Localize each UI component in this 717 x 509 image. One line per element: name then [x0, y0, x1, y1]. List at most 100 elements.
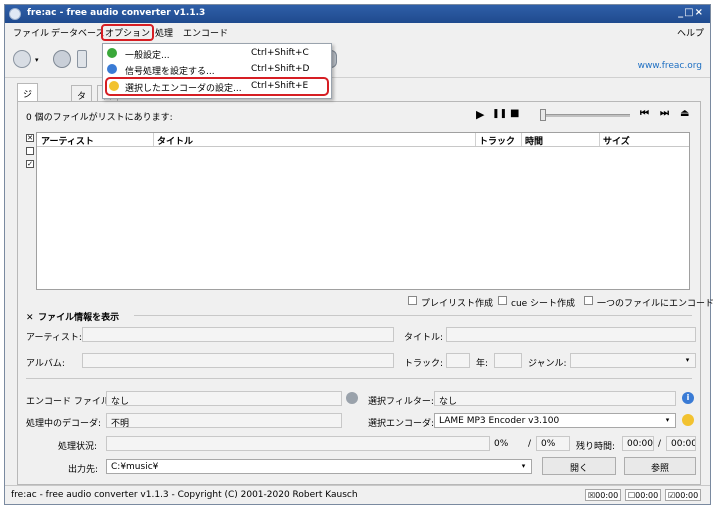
title-field[interactable] [446, 327, 696, 342]
section-divider [134, 315, 692, 316]
menu-item-dsp-settings[interactable]: 信号処理を設定する... Ctrl+Shift+D [103, 62, 331, 77]
play-icon[interactable]: ▶ [476, 108, 484, 121]
output-path-select[interactable]: C:¥music¥ ▾ [106, 459, 532, 474]
select-all-checkbox[interactable]: ✕ [26, 134, 34, 142]
joblist-table[interactable]: アーティスト タイトル トラック 時間 サイズ [36, 132, 690, 290]
options-dropdown-menu: 一般設定... Ctrl+Shift+C 信号処理を設定する... Ctrl+S… [102, 43, 332, 99]
column-separator [475, 133, 476, 146]
progress-percent: 0% [494, 439, 509, 449]
info-icon[interactable]: i [682, 392, 694, 404]
toggle-selection-checkbox[interactable]: ✓ [26, 160, 34, 168]
encode-file-label: エンコード ファイル: [26, 397, 113, 407]
menu-bar: ファイル データベース オプション 処理 エンコード ヘルプ [5, 24, 710, 41]
output-label: 出力先: [68, 465, 99, 475]
year-field[interactable] [494, 353, 522, 368]
menu-item-label: 信号処理を設定する... [125, 67, 215, 77]
progress-label: 処理状況: [58, 442, 98, 452]
menu-help[interactable]: ヘルプ [675, 26, 706, 39]
menu-encode[interactable]: エンコード [181, 26, 230, 39]
status-counter-3: ☑00:00 [665, 489, 702, 501]
next-track-icon[interactable]: ⏭ [660, 108, 669, 119]
single-file-checkbox[interactable] [584, 296, 593, 305]
total-time-field: 00:00 [666, 436, 696, 451]
cd-drive-icon [346, 392, 358, 404]
window-title: fre:ac - free audio converter v1.1.3 [27, 8, 206, 18]
eject-icon[interactable]: ⏏ [680, 108, 689, 119]
column-title[interactable]: タイトル [157, 134, 193, 147]
menu-item-label: 選択したエンコーダの設定... [125, 84, 242, 94]
website-link[interactable]: www.freac.org [638, 61, 702, 71]
track-label: トラック: [404, 359, 444, 369]
browse-button[interactable]: 参照 [624, 457, 696, 475]
dropdown-arrow-icon[interactable]: ▾ [35, 56, 41, 64]
menu-item-encoder-settings[interactable]: 選択したエンコーダの設定... Ctrl+Shift+E [105, 77, 329, 96]
single-file-label: 一つのファイルにエンコード [597, 299, 715, 309]
chevron-down-icon: ▾ [665, 416, 670, 424]
remaining-time-field: 00:00 [622, 436, 654, 451]
remaining-label: 残り時間: [576, 442, 616, 452]
counter-value: 00:00 [595, 491, 619, 500]
playlist-checkbox[interactable] [408, 296, 417, 305]
tab-tags[interactable]: タグ [71, 85, 93, 115]
encoder-settings-icon[interactable] [682, 414, 694, 426]
file-count-label: 0 個のファイルがリストにあります: [26, 113, 173, 123]
encoder-select[interactable]: LAME MP3 Encoder v3.100 ▾ [434, 413, 676, 428]
window-controls[interactable]: _□× [678, 7, 704, 18]
document-icon[interactable] [77, 50, 87, 68]
select-none-checkbox[interactable] [26, 147, 34, 155]
menu-item-shortcut: Ctrl+Shift+C [251, 48, 309, 58]
cue-checkbox[interactable] [498, 296, 507, 305]
file-info-toggle[interactable]: ✕ ファイル情報を表示 [26, 310, 119, 323]
chevron-down-icon: ▾ [685, 356, 690, 364]
menu-process[interactable]: 処理 [153, 26, 175, 39]
yellow-gear-icon [109, 81, 119, 91]
joblist-panel: 0 個のファイルがリストにあります: ▶ ❚❚ ■ ⏮ ⏭ ⏏ ✕ ✓ アーティ… [17, 101, 714, 485]
open-button[interactable]: 開く [542, 457, 616, 475]
column-artist[interactable]: アーティスト [41, 134, 94, 147]
decoder-field: 不明 [106, 413, 342, 428]
menu-item-shortcut: Ctrl+Shift+D [251, 64, 310, 74]
menu-database[interactable]: データベース [49, 26, 107, 39]
menu-file[interactable]: ファイル [11, 26, 51, 39]
seek-slider[interactable] [540, 109, 630, 121]
cue-label: cue シート作成 [511, 299, 576, 309]
artist-field[interactable] [82, 327, 394, 342]
file-info-label: ファイル情報を表示 [38, 313, 120, 323]
column-separator [521, 133, 522, 146]
counter-value: 00:00 [675, 491, 699, 500]
track-field[interactable] [446, 353, 470, 368]
title-bar[interactable]: fre:ac - free audio converter v1.1.3 _□× [5, 5, 710, 23]
file-info-checkbox[interactable]: ✕ [26, 313, 35, 323]
playlist-label: プレイリスト作成 [421, 299, 494, 309]
column-time[interactable]: 時間 [525, 134, 543, 147]
genre-label: ジャンル: [528, 359, 567, 369]
encode-file-field: なし [106, 391, 342, 406]
cd-icon[interactable] [53, 50, 71, 68]
pause-icon[interactable]: ❚❚ [492, 109, 507, 119]
app-window: fre:ac - free audio converter v1.1.3 _□×… [4, 4, 714, 505]
status-bar: fre:ac - free audio converter v1.1.3 - C… [5, 485, 710, 504]
seek-thumb[interactable] [540, 109, 546, 121]
menu-item-general-settings[interactable]: 一般設定... Ctrl+Shift+C [103, 46, 331, 61]
status-counter-2: ☐00:00 [625, 489, 662, 501]
previous-track-icon[interactable]: ⏮ [640, 108, 649, 119]
progress-separator: / [528, 439, 532, 449]
filter-label: 選択フィルター: [368, 397, 434, 407]
section-divider [26, 378, 692, 379]
column-track[interactable]: トラック [479, 134, 515, 147]
player-controls: ▶ ❚❚ ■ ⏮ ⏭ ⏏ [476, 108, 696, 122]
genre-select[interactable]: ▾ [570, 353, 696, 368]
time-separator: / [658, 439, 662, 449]
add-files-icon[interactable] [13, 50, 31, 68]
blue-gear-icon [107, 64, 117, 74]
column-size[interactable]: サイズ [603, 134, 630, 147]
column-separator [599, 133, 600, 146]
decoder-label: 処理中のデコーダ: [26, 419, 102, 429]
album-field[interactable] [82, 353, 394, 368]
column-separator [153, 133, 154, 146]
progress-bar [106, 436, 490, 451]
tab-joblist[interactable]: ジョブリスト [17, 83, 39, 165]
menu-options[interactable]: オプション [100, 24, 155, 41]
stop-icon[interactable]: ■ [510, 108, 519, 119]
status-counter-1: ☒00:00 [585, 489, 622, 501]
